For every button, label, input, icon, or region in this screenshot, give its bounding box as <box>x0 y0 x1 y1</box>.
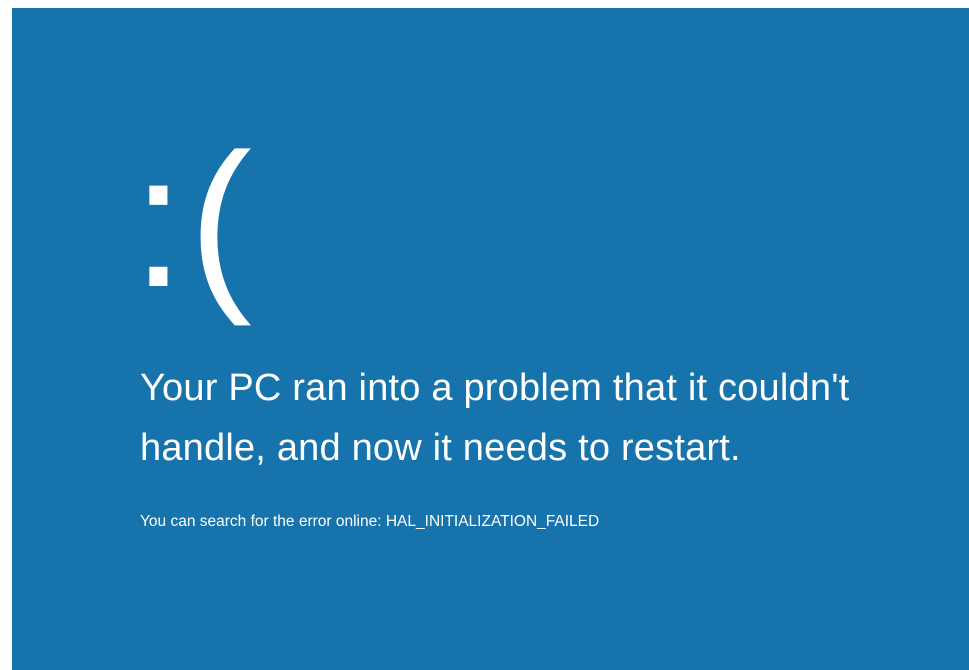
stop-code: HAL_INITIALIZATION_FAILED <box>385 513 600 530</box>
sad-face-emoticon: :( <box>132 115 257 327</box>
error-message: Your PC ran into a problem that it could… <box>140 367 850 469</box>
screenshot-frame: :( Your PC ran into a problem that it co… <box>0 0 969 670</box>
error-search-line: You can search for the error online: HAL… <box>140 512 599 532</box>
blue-screen: :( Your PC ran into a problem that it co… <box>12 8 969 670</box>
error-search-prefix: You can search for the error online: <box>140 513 382 530</box>
